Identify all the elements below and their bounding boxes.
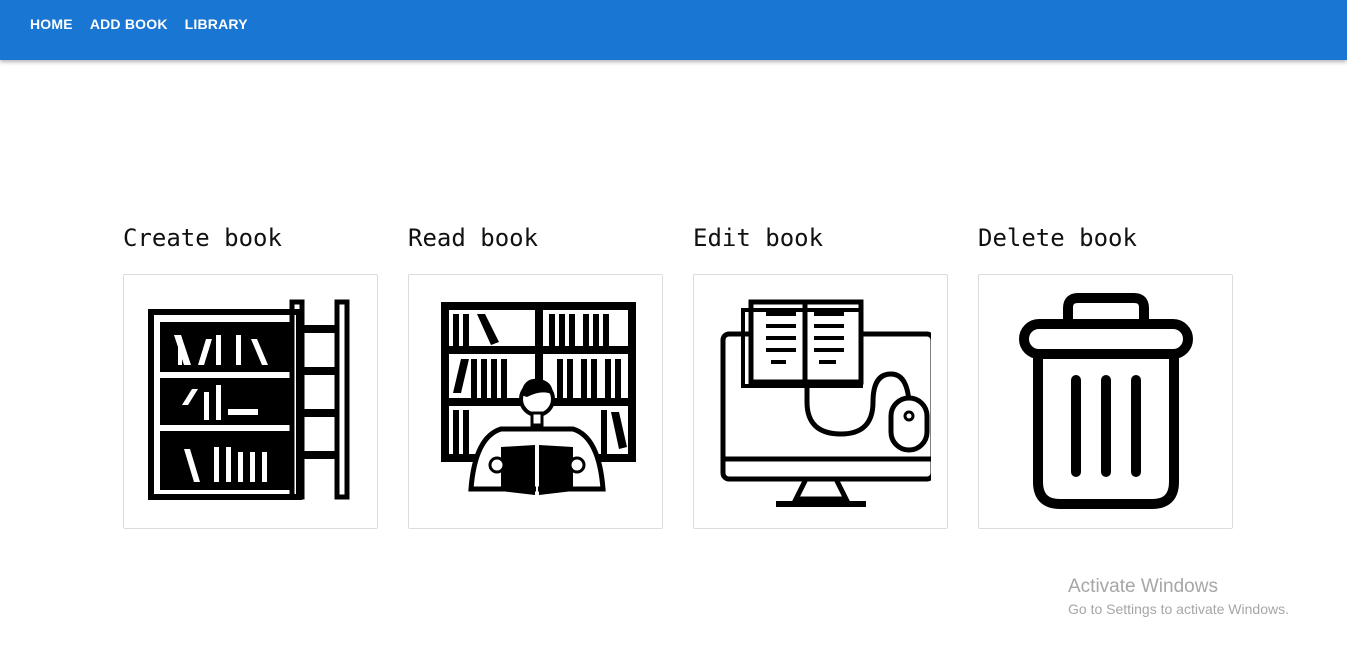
person-reading-icon [440, 301, 636, 495]
windows-activation-watermark: Activate Windows Go to Settings to activ… [1068, 576, 1289, 620]
read-book-tile[interactable] [408, 274, 663, 529]
edit-book-tile[interactable] [693, 274, 948, 529]
trash-can-icon [1018, 292, 1193, 509]
nav-add-book-link[interactable]: ADD BOOK [90, 16, 168, 32]
watermark-title: Activate Windows [1068, 576, 1218, 597]
read-book-title: Read book [408, 224, 539, 252]
action-cards: Create book Read book Edit book Delete b… [123, 222, 1263, 529]
create-book-title: Create book [123, 224, 282, 252]
delete-book-title: Delete book [978, 224, 1137, 252]
edit-book-title: Edit book [693, 224, 824, 252]
monitor-book-mouse-icon [720, 299, 931, 507]
edit-book-card: Edit book [693, 222, 948, 529]
nav-library-link[interactable]: LIBRARY [185, 16, 248, 32]
top-navbar: HOME ADD BOOK LIBRARY [0, 0, 1347, 60]
create-book-card: Create book [123, 222, 378, 529]
nav-home-link[interactable]: HOME [30, 16, 73, 32]
watermark-subtitle: Go to Settings to activate Windows. [1068, 601, 1289, 617]
create-book-tile[interactable] [123, 274, 378, 529]
delete-book-card: Delete book [978, 222, 1233, 529]
read-book-card: Read book [408, 222, 663, 529]
delete-book-tile[interactable] [978, 274, 1233, 529]
bookshelf-ladder-icon [147, 299, 349, 500]
